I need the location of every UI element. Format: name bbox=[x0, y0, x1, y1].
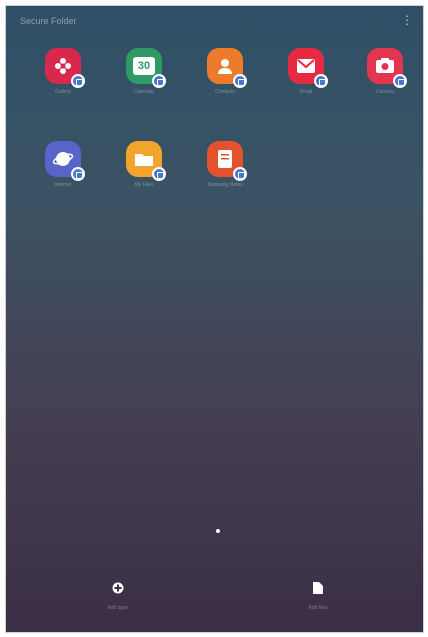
samsung-notes-icon bbox=[207, 141, 247, 181]
internet-icon bbox=[45, 141, 85, 181]
email-icon bbox=[288, 48, 328, 88]
secure-badge-icon bbox=[71, 74, 85, 88]
secure-badge-icon bbox=[314, 74, 328, 88]
folder-title: Secure Folder bbox=[20, 16, 77, 26]
my-files-icon bbox=[126, 141, 166, 181]
app-label: Gallery bbox=[55, 89, 71, 95]
calendar-date: 30 bbox=[133, 57, 155, 75]
add-files-label: Add files bbox=[308, 605, 328, 611]
secure-badge-icon bbox=[233, 74, 247, 88]
app-label: Internet bbox=[54, 182, 72, 188]
secure-badge-icon bbox=[152, 74, 166, 88]
page-indicator bbox=[216, 529, 220, 533]
app-label: Samsung Notes bbox=[207, 182, 243, 188]
app-internet[interactable]: Internet bbox=[33, 141, 93, 188]
app-label: My Files bbox=[134, 182, 154, 188]
secure-badge-icon bbox=[71, 167, 85, 181]
app-samsung-notes[interactable]: Samsung Notes bbox=[195, 141, 255, 188]
calendar-icon: 30 bbox=[126, 48, 166, 88]
secure-badge-icon bbox=[393, 74, 407, 88]
app-camera[interactable]: Camera bbox=[355, 48, 415, 95]
app-gallery[interactable]: Gallery bbox=[33, 48, 93, 95]
app-my-files[interactable]: My Files bbox=[114, 141, 174, 188]
gallery-icon bbox=[45, 48, 85, 88]
app-email[interactable]: Email bbox=[276, 48, 336, 95]
add-icon bbox=[112, 582, 124, 594]
contacts-icon bbox=[207, 48, 247, 88]
file-icon bbox=[313, 582, 323, 594]
add-apps-button[interactable]: Add apps bbox=[88, 581, 148, 611]
app-label: Camera bbox=[376, 89, 394, 95]
app-contacts[interactable]: Contacts bbox=[195, 48, 255, 95]
secure-badge-icon bbox=[233, 167, 247, 181]
add-apps-label: Add apps bbox=[107, 605, 129, 611]
app-calendar[interactable]: 30 Calendar bbox=[114, 48, 174, 95]
app-label: Calendar bbox=[133, 89, 155, 95]
app-label: Email bbox=[299, 89, 313, 95]
add-files-button[interactable]: Add files bbox=[288, 581, 348, 611]
secure-folder-screen: Secure Folder ⋮ Gallery 30 Calendar Cont… bbox=[6, 6, 423, 632]
camera-icon bbox=[367, 48, 407, 88]
secure-badge-icon bbox=[152, 167, 166, 181]
app-label: Contacts bbox=[215, 89, 235, 95]
more-options-icon[interactable]: ⋮ bbox=[401, 14, 413, 26]
